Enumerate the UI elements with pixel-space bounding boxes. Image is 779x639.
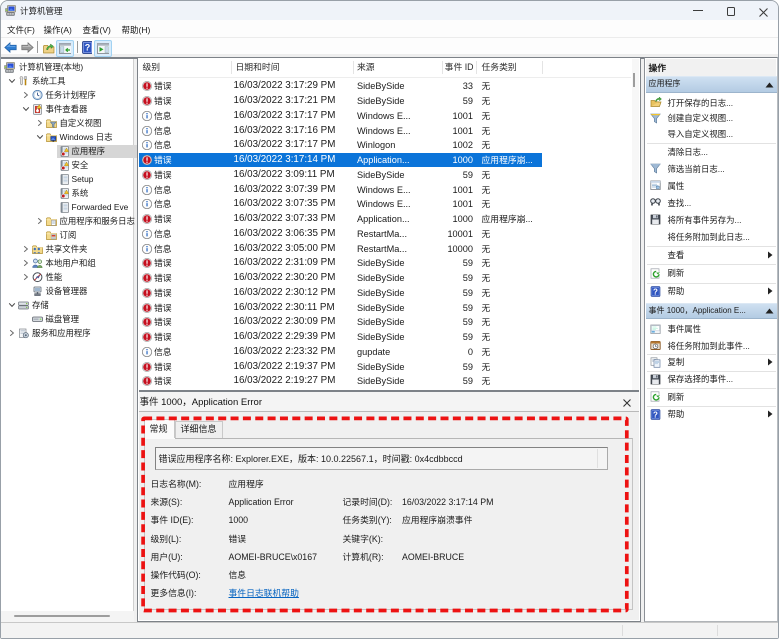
svg-text:?: ? xyxy=(653,410,658,419)
svg-text:?: ? xyxy=(653,287,658,296)
svg-text:?: ? xyxy=(84,43,90,53)
